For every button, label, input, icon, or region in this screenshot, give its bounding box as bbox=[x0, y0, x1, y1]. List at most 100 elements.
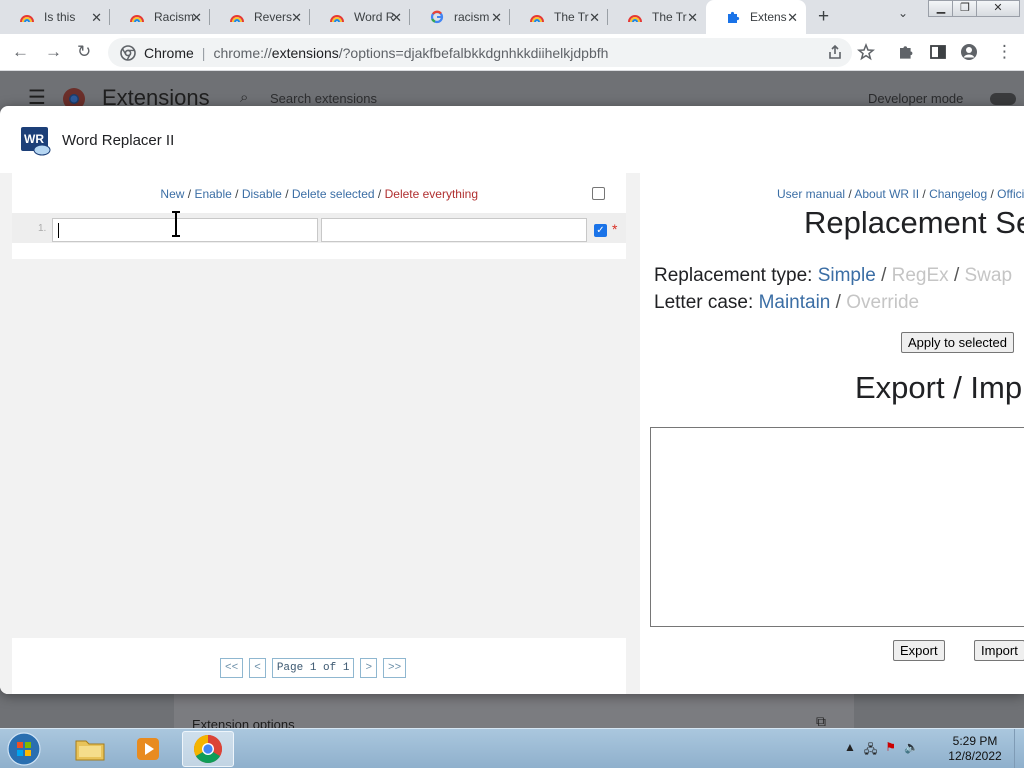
taskbar-chrome[interactable] bbox=[182, 731, 234, 767]
side-panel-icon[interactable] bbox=[929, 43, 947, 61]
more-menu-icon[interactable]: ⋮ bbox=[996, 42, 1013, 62]
site-label: Chrome bbox=[144, 44, 194, 61]
browser-tab[interactable]: Revers ✕ bbox=[210, 0, 310, 34]
back-icon[interactable]: ← bbox=[12, 42, 29, 62]
extensions-search-input[interactable]: Search extensions bbox=[270, 91, 377, 106]
tab-title: The Tr bbox=[652, 10, 687, 24]
close-tab-icon[interactable]: ✕ bbox=[687, 10, 698, 26]
action-center-flag-icon[interactable]: ⚑ bbox=[885, 740, 896, 761]
share-icon[interactable] bbox=[826, 43, 844, 61]
show-desktop-button[interactable] bbox=[1014, 729, 1024, 768]
export-button[interactable]: Export bbox=[893, 640, 945, 661]
google-g-icon bbox=[430, 10, 444, 24]
regex-option[interactable]: RegEx bbox=[892, 265, 949, 286]
rule-modified-marker: * bbox=[612, 221, 618, 237]
maintain-option[interactable]: Maintain bbox=[759, 292, 831, 313]
taskbar-explorer[interactable] bbox=[64, 731, 116, 767]
bookmark-star-icon[interactable] bbox=[857, 43, 875, 61]
browser-tab[interactable]: Is this ✕ bbox=[0, 0, 110, 34]
rule-enabled-checkbox[interactable]: ✓ bbox=[594, 224, 607, 237]
chrome-logo-icon bbox=[120, 44, 136, 61]
extensions-puzzle-icon[interactable] bbox=[897, 43, 915, 61]
rule-row: 1. ✓ * bbox=[12, 213, 626, 243]
export-import-textarea[interactable] bbox=[650, 427, 1024, 627]
browser-tab[interactable]: Word R ✕ bbox=[310, 0, 410, 34]
find-text-input[interactable] bbox=[52, 218, 318, 242]
close-tab-icon[interactable]: ✕ bbox=[391, 10, 402, 26]
export-import-heading: Export / Imp bbox=[855, 370, 1023, 405]
close-tab-icon[interactable]: ✕ bbox=[291, 10, 302, 26]
delete-everything-link[interactable]: Delete everything bbox=[385, 187, 478, 201]
next-page-button[interactable]: > bbox=[360, 658, 378, 678]
letter-case-row: Letter case: Maintain / Override bbox=[654, 292, 920, 313]
changelog-link[interactable]: Changelog bbox=[929, 187, 987, 201]
tab-title: Is this bbox=[44, 10, 76, 24]
user-manual-link[interactable]: User manual bbox=[777, 187, 845, 201]
taskbar-media-player[interactable] bbox=[122, 731, 174, 767]
close-tab-icon[interactable]: ✕ bbox=[589, 10, 600, 26]
rules-list: New / Enable / Disable / Delete selected… bbox=[12, 173, 626, 259]
volume-icon[interactable]: 🔈 bbox=[904, 740, 919, 761]
system-tray: ▲ 🖧 ⚑ 🔈 bbox=[844, 740, 919, 761]
developer-mode-label: Developer mode bbox=[868, 91, 964, 106]
replacement-settings-heading: Replacement Se bbox=[804, 205, 1024, 240]
chevron-down-icon[interactable]: ⌄ bbox=[898, 6, 908, 20]
swap-option[interactable]: Swap bbox=[965, 265, 1013, 286]
svg-text:WR: WR bbox=[24, 132, 44, 146]
browser-toolbar: ← → ↻ Chrome | chrome://extensions/?opti… bbox=[0, 34, 1024, 71]
close-tab-icon[interactable]: ✕ bbox=[491, 10, 502, 26]
new-tab-icon[interactable]: + bbox=[818, 6, 829, 28]
about-link[interactable]: About WR II bbox=[854, 187, 919, 201]
close-tab-icon[interactable]: ✕ bbox=[91, 10, 102, 26]
replacement-type-row: Replacement type: Simple / RegEx / Swap bbox=[654, 265, 1013, 286]
first-page-button[interactable]: << bbox=[220, 658, 244, 678]
search-icon[interactable]: ⌕ bbox=[240, 89, 248, 106]
windows-start-icon[interactable] bbox=[4, 731, 44, 767]
close-tab-icon[interactable]: ✕ bbox=[191, 10, 202, 26]
clock-date: 12/8/2022 bbox=[948, 749, 1002, 763]
pagination-bar: << < Page 1 of 1 > >> bbox=[12, 638, 626, 694]
browser-tab[interactable]: Racism ✕ bbox=[110, 0, 210, 34]
apply-to-selected-button[interactable]: Apply to selected bbox=[901, 332, 1015, 353]
close-window-icon[interactable]: ✕ bbox=[976, 0, 1020, 17]
windows-taskbar: ▲ 🖧 ⚑ 🔈 5:29 PM 12/8/2022 bbox=[0, 728, 1024, 768]
tab-title: Extens bbox=[750, 10, 787, 24]
rainbow-favicon-icon bbox=[330, 15, 344, 23]
reload-icon[interactable]: ↻ bbox=[77, 42, 91, 62]
rainbow-favicon-icon bbox=[130, 15, 144, 23]
network-icon[interactable]: 🖧 bbox=[864, 740, 877, 761]
text-caret bbox=[58, 223, 59, 238]
close-tab-icon[interactable]: ✕ bbox=[787, 10, 798, 26]
text-cursor-icon bbox=[172, 211, 180, 237]
address-bar[interactable]: Chrome | chrome://extensions/?options=dj… bbox=[108, 38, 852, 67]
enable-link[interactable]: Enable bbox=[194, 187, 231, 201]
rainbow-favicon-icon bbox=[530, 15, 544, 23]
delete-selected-link[interactable]: Delete selected bbox=[292, 187, 375, 201]
restore-icon[interactable]: ❐ bbox=[952, 0, 978, 17]
browser-tab[interactable]: The Tr ✕ bbox=[510, 0, 608, 34]
forward-icon[interactable]: → bbox=[45, 42, 62, 62]
override-option[interactable]: Override bbox=[846, 292, 919, 313]
profile-avatar-icon[interactable] bbox=[960, 43, 978, 61]
import-button[interactable]: Import bbox=[974, 640, 1024, 661]
select-all-checkbox[interactable] bbox=[592, 187, 605, 200]
media-player-icon bbox=[137, 738, 159, 760]
settings-pane: User manual / About WR II / Changelog / … bbox=[640, 173, 1024, 694]
pager: << < Page 1 of 1 > >> bbox=[220, 658, 407, 678]
browser-tab[interactable]: racism ✕ bbox=[410, 0, 510, 34]
prev-page-button[interactable]: < bbox=[249, 658, 266, 678]
developer-mode-toggle[interactable] bbox=[990, 93, 1016, 105]
system-clock[interactable]: 5:29 PM 12/8/2022 bbox=[940, 734, 1010, 764]
disable-link[interactable]: Disable bbox=[242, 187, 282, 201]
folder-icon bbox=[75, 740, 105, 761]
rule-actions: New / Enable / Disable / Delete selected… bbox=[160, 187, 478, 201]
tray-expand-icon[interactable]: ▲ bbox=[844, 740, 856, 761]
last-page-button[interactable]: >> bbox=[383, 658, 407, 678]
replace-text-input[interactable] bbox=[321, 218, 587, 242]
browser-tab-active[interactable]: Extens ✕ bbox=[706, 0, 806, 34]
simple-option[interactable]: Simple bbox=[818, 265, 876, 286]
official-link[interactable]: Offici bbox=[997, 187, 1024, 201]
browser-tab[interactable]: The Tr ✕ bbox=[608, 0, 706, 34]
minimize-icon[interactable]: ▁ bbox=[928, 0, 954, 17]
new-rule-link[interactable]: New bbox=[160, 187, 184, 201]
